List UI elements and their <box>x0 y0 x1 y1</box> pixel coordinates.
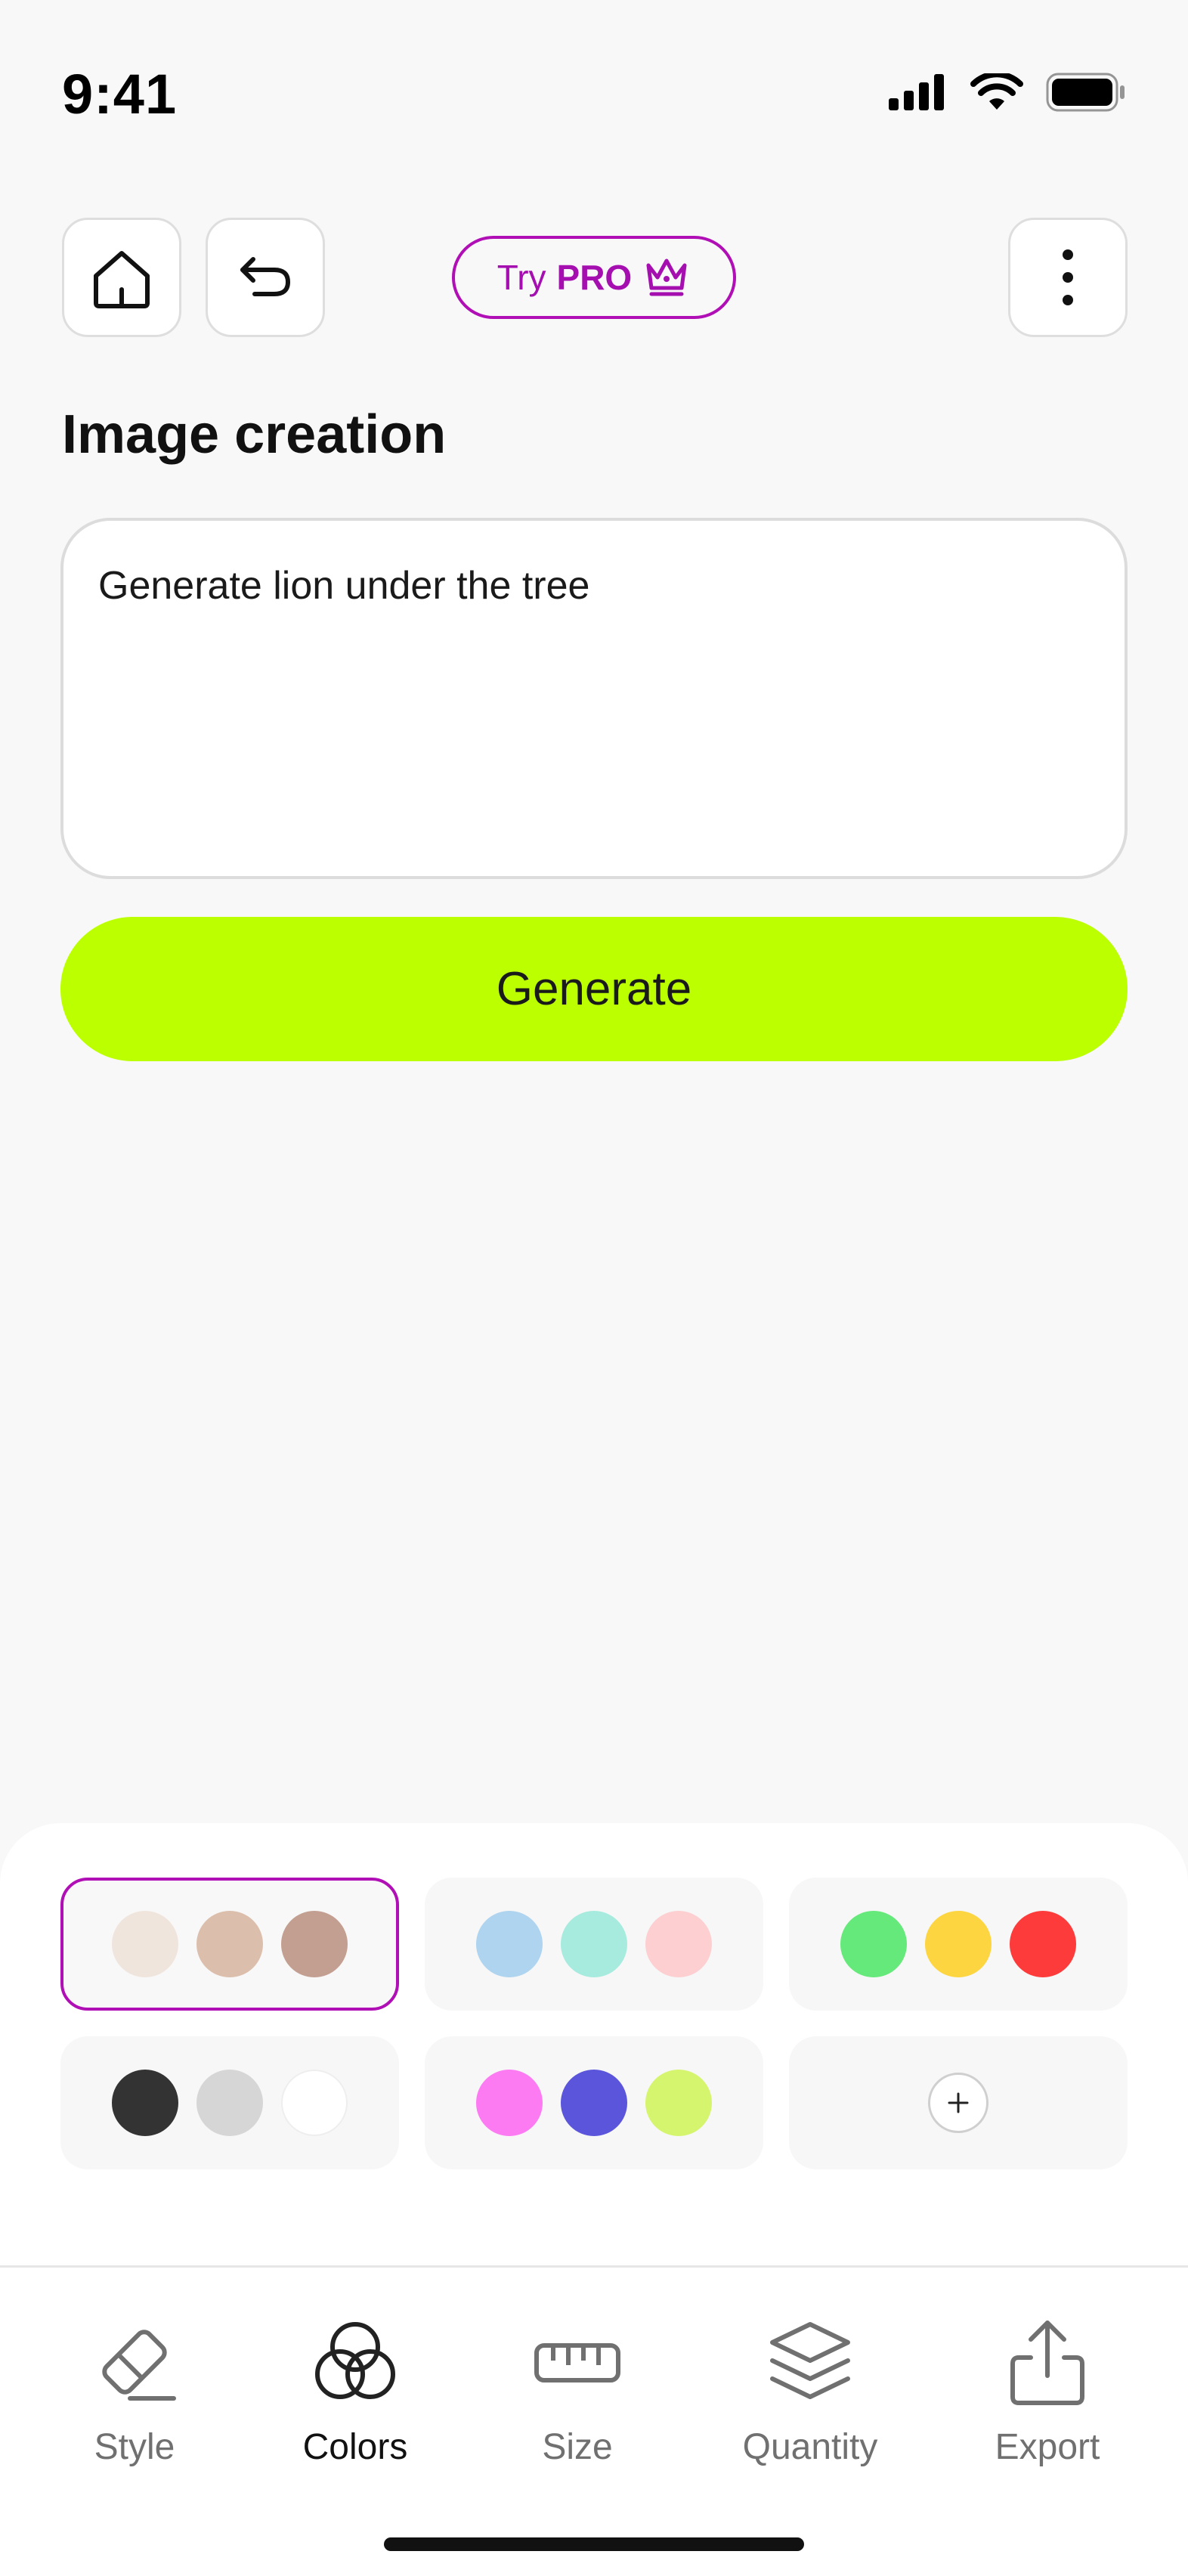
color-swatch <box>112 2070 178 2136</box>
color-swatch <box>476 1911 543 1977</box>
generate-button[interactable]: Generate <box>60 917 1128 1061</box>
color-swatch <box>925 1911 992 1977</box>
color-swatch <box>1010 1911 1076 1977</box>
palette-sheet <box>0 1823 1188 2266</box>
home-icon <box>94 251 150 308</box>
signal-icon <box>889 74 944 110</box>
color-swatch <box>561 1911 627 1977</box>
try-pro-label: PRO <box>556 258 633 297</box>
tab-export[interactable]: Export <box>934 2313 1161 2468</box>
add-palette-tile[interactable] <box>789 2036 1128 2169</box>
page-title: Image creation <box>62 404 447 465</box>
try-pro-button[interactable]: Try PRO <box>452 236 736 319</box>
status-time: 9:41 <box>62 63 178 125</box>
palette-option[interactable] <box>789 1878 1128 2011</box>
colors-icon <box>306 2313 404 2411</box>
more-vertical-icon <box>1063 249 1073 305</box>
prompt-text[interactable]: Generate lion under the tree <box>98 563 589 608</box>
bottom-tab-bar: Style Colors Size Quantity Export <box>0 2268 1188 2576</box>
tab-style-label: Style <box>94 2427 175 2467</box>
tab-size-label: Size <box>542 2427 613 2467</box>
tab-quantity-label: Quantity <box>742 2427 878 2467</box>
palette-option[interactable] <box>60 1878 399 2011</box>
color-swatch <box>196 1911 263 1977</box>
palette-option[interactable] <box>60 2036 399 2169</box>
try-pro-prefix: Try <box>497 258 546 297</box>
tab-colors[interactable]: Colors <box>242 2313 469 2468</box>
add-palette-button[interactable] <box>928 2073 988 2133</box>
color-swatch <box>281 2070 348 2136</box>
color-swatch <box>561 2070 627 2136</box>
eraser-icon <box>85 2313 184 2411</box>
status-icons <box>887 73 1126 112</box>
tab-quantity[interactable]: Quantity <box>697 2313 923 2468</box>
app-screen: 9:41 Try PRO Image creation Generate lio… <box>0 0 1188 2576</box>
color-swatch <box>112 1911 178 1977</box>
color-swatch <box>476 2070 543 2136</box>
color-swatch <box>645 1911 712 1977</box>
tab-export-label: Export <box>995 2427 1100 2467</box>
undo-icon <box>240 257 291 296</box>
crown-icon <box>646 259 687 296</box>
color-swatch <box>645 2070 712 2136</box>
home-indicator <box>384 2537 804 2551</box>
tab-style[interactable]: Style <box>21 2313 248 2468</box>
wifi-icon <box>970 73 1023 110</box>
share-icon <box>998 2313 1097 2411</box>
more-button[interactable] <box>1008 218 1128 337</box>
undo-button[interactable] <box>206 218 325 337</box>
palette-option[interactable] <box>425 1878 763 2011</box>
plus-icon <box>948 2092 969 2113</box>
palette-option[interactable] <box>425 2036 763 2169</box>
home-button[interactable] <box>62 218 181 337</box>
layers-icon <box>761 2313 859 2411</box>
color-swatch <box>281 1911 348 1977</box>
battery-icon <box>1046 73 1125 112</box>
ruler-icon <box>528 2313 626 2411</box>
tab-colors-label: Colors <box>302 2427 408 2467</box>
tab-size[interactable]: Size <box>464 2313 691 2468</box>
prompt-input[interactable]: Generate lion under the tree <box>60 518 1128 879</box>
color-swatch <box>840 1911 907 1977</box>
color-swatch <box>196 2070 263 2136</box>
